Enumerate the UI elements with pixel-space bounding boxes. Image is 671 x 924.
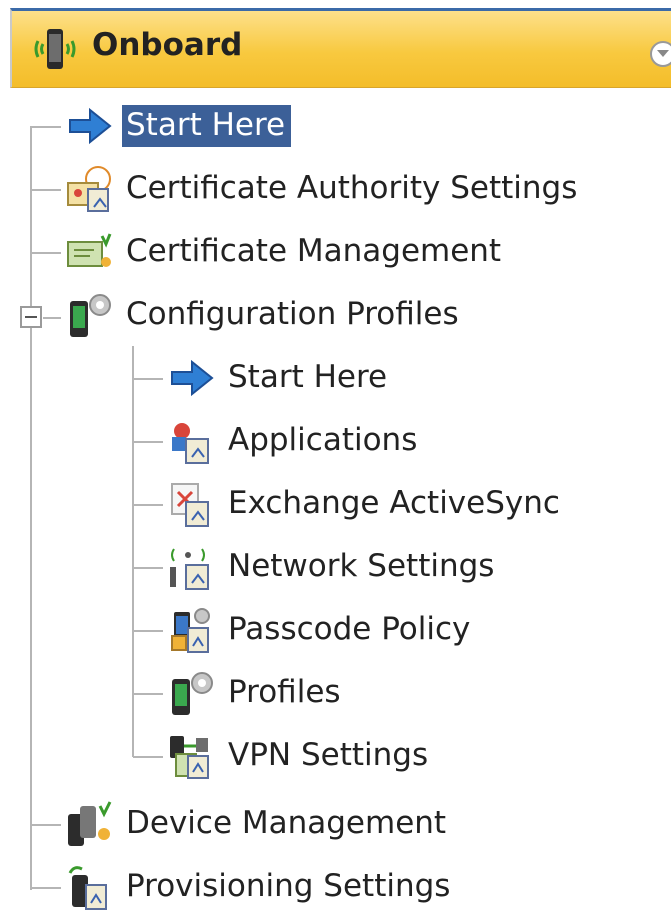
tree-child-profiles[interactable]: Profiles (166, 665, 347, 721)
tree-child-exchange-activesync[interactable]: Exchange ActiveSync (166, 476, 566, 532)
devices-icon (68, 801, 112, 846)
tree-item-configuration-profiles[interactable]: Configuration Profiles (64, 287, 465, 343)
tree-item-label: Network Settings (228, 548, 495, 584)
arrow-right-icon (69, 107, 112, 145)
tree-item-label: Passcode Policy (228, 611, 471, 647)
tree-child-passcode-policy[interactable]: Passcode Policy (166, 602, 476, 658)
phone-signal-icon (34, 29, 76, 69)
provisioning-icon (68, 866, 107, 910)
tree-item-label: Exchange ActiveSync (228, 485, 560, 521)
tree-connector (31, 126, 61, 128)
tree-item-label: Certificate Management (126, 233, 502, 269)
onboard-panel: Onboard Start Here Certificate Authority… (0, 0, 671, 924)
tree-item-label: Applications (228, 422, 418, 458)
tree-item-start-here[interactable]: Start Here (64, 98, 292, 154)
arrow-right-icon (171, 359, 214, 397)
tree-connector (133, 378, 163, 380)
tree-child-start-here[interactable]: Start Here (166, 350, 393, 406)
navigation-tree: Start Here Certificate Authority Setting… (0, 88, 671, 924)
certificate-icon (67, 233, 112, 267)
exchange-icon (171, 483, 209, 527)
tree-child-applications[interactable]: Applications (166, 413, 423, 469)
tree-item-label: Configuration Profiles (126, 296, 459, 332)
tree-connector (133, 756, 163, 758)
tree-item-label: Provisioning Settings (126, 868, 451, 904)
tree-line (132, 346, 134, 757)
tree-child-network-settings[interactable]: Network Settings (166, 539, 500, 595)
phone-gear-icon (70, 294, 111, 337)
tree-item-label: Device Management (126, 805, 447, 841)
tree-connector (133, 567, 163, 569)
collapse-button[interactable] (650, 41, 671, 67)
tree-connector (31, 887, 61, 889)
tree-item-label: Start Here (228, 359, 388, 395)
tree-line (30, 126, 32, 890)
tree-item-label: Profiles (228, 674, 341, 710)
network-icon (170, 548, 209, 590)
chevron-down-icon (657, 50, 669, 57)
tree-item-provisioning-settings[interactable]: Provisioning Settings (64, 859, 456, 915)
tree-connector (43, 317, 61, 319)
collapse-toggle[interactable] (20, 306, 42, 328)
panel-title: Onboard (92, 27, 243, 63)
vpn-icon (170, 736, 209, 779)
tree-item-certificate-management[interactable]: Certificate Management (64, 224, 507, 280)
tree-item-device-management[interactable]: Device Management (64, 796, 452, 852)
tree-child-vpn-settings[interactable]: VPN Settings (166, 728, 434, 784)
tree-item-label: Certificate Authority Settings (126, 170, 578, 206)
tree-connector (31, 252, 61, 254)
tree-item-label: VPN Settings (228, 737, 429, 773)
tree-connector (31, 824, 61, 826)
panel-header[interactable]: Onboard (10, 8, 671, 88)
tree-item-label: Start Here (122, 105, 292, 147)
applications-icon (172, 423, 209, 464)
phone-gear-icon (172, 672, 213, 715)
tree-connector (133, 630, 163, 632)
tree-connector (133, 693, 163, 695)
certificate-authority-icon (67, 166, 111, 212)
tree-connector (31, 189, 61, 191)
tree-connector (133, 441, 163, 443)
tree-item-certificate-authority-settings[interactable]: Certificate Authority Settings (64, 161, 583, 217)
tree-connector (133, 504, 163, 506)
lock-icon (171, 608, 210, 653)
